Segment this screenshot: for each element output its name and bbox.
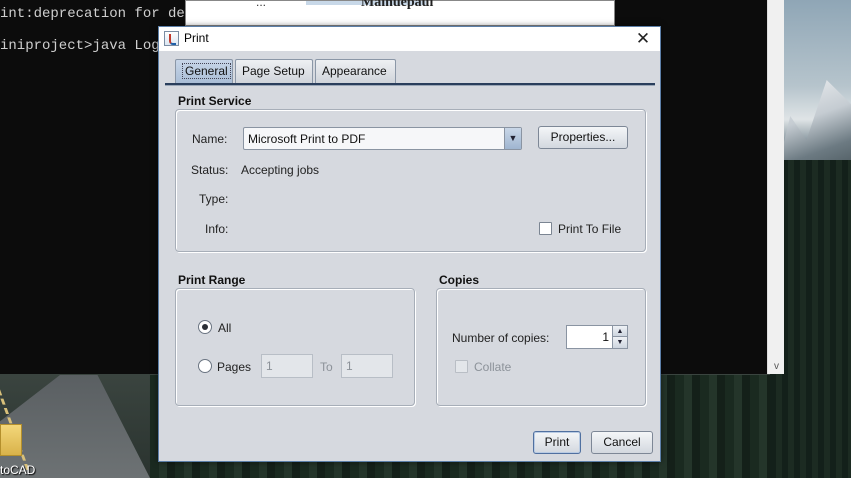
- chevron-down-icon[interactable]: ▼: [504, 128, 521, 149]
- printer-select-value: Microsoft Print to PDF: [248, 132, 366, 146]
- copies-heading: Copies: [439, 273, 480, 287]
- tab-appearance[interactable]: Appearance: [315, 59, 396, 83]
- print-dialog: Print ✕ General Page Setup Appearance Pr…: [158, 26, 661, 462]
- printer-select[interactable]: Microsoft Print to PDF ▼: [243, 127, 522, 150]
- dialog-title: Print: [184, 31, 209, 45]
- to-label: To: [320, 360, 333, 374]
- print-service-heading: Print Service: [178, 94, 252, 108]
- properties-button[interactable]: Properties...: [538, 126, 628, 149]
- spinner-down-icon[interactable]: ▼: [613, 337, 627, 348]
- console-line-2: iniproject>java Logi: [0, 38, 169, 54]
- all-radio[interactable]: [198, 320, 212, 334]
- radio-selected-dot: [202, 324, 208, 330]
- copies-spinner[interactable]: 1 ▲ ▼: [566, 325, 628, 349]
- print-range-heading: Print Range: [178, 273, 246, 287]
- collate-label: Collate: [474, 360, 512, 374]
- tab-general[interactable]: General: [175, 59, 233, 83]
- background-window[interactable]: ... Mainuepaul: [185, 0, 615, 26]
- background-window-title: Mainuepaul: [361, 0, 434, 10]
- type-label: Type:: [199, 192, 229, 206]
- tab-page-setup[interactable]: Page Setup: [235, 59, 313, 83]
- folder-icon: [0, 424, 22, 456]
- background-window-text: ...: [256, 0, 267, 9]
- tab-general-label: General: [182, 63, 231, 79]
- name-label: Name:: [192, 132, 228, 146]
- tab-divider: [165, 83, 655, 86]
- spinner-buttons: ▲ ▼: [612, 326, 627, 348]
- collate-checkbox[interactable]: [455, 360, 468, 373]
- print-range-group: [175, 288, 415, 406]
- close-button[interactable]: ✕: [626, 27, 660, 51]
- console-line-1: int:deprecation for det: [0, 6, 194, 22]
- print-button[interactable]: Print: [533, 431, 581, 454]
- desktop-shortcut[interactable]: toCAD: [0, 420, 36, 478]
- tab-appearance-label: Appearance: [322, 64, 387, 78]
- scroll-down-icon[interactable]: v: [768, 361, 785, 372]
- dialog-titlebar[interactable]: Print ✕: [159, 27, 660, 51]
- info-label: Info:: [205, 222, 229, 236]
- pages-label[interactable]: Pages: [217, 360, 251, 374]
- pages-from-input[interactable]: 1: [261, 354, 313, 378]
- copies-spinner-value: 1: [602, 330, 609, 344]
- desktop-shortcut-label: toCAD: [0, 463, 36, 477]
- pages-radio[interactable]: [198, 359, 212, 373]
- all-label[interactable]: All: [218, 321, 231, 335]
- status-value: Accepting jobs: [241, 163, 320, 177]
- pages-to-input[interactable]: 1: [341, 354, 393, 378]
- print-to-file-checkbox[interactable]: [539, 222, 552, 235]
- spinner-up-icon[interactable]: ▲: [613, 326, 627, 337]
- print-to-file-label[interactable]: Print To File: [558, 222, 621, 236]
- console-scrollbar[interactable]: v: [767, 0, 784, 374]
- number-of-copies-label: Number of copies:: [452, 331, 550, 345]
- status-label: Status:: [191, 163, 229, 177]
- tab-page-setup-label: Page Setup: [242, 64, 305, 78]
- java-icon: [164, 31, 179, 46]
- cancel-button[interactable]: Cancel: [591, 431, 653, 454]
- close-icon: ✕: [635, 29, 651, 48]
